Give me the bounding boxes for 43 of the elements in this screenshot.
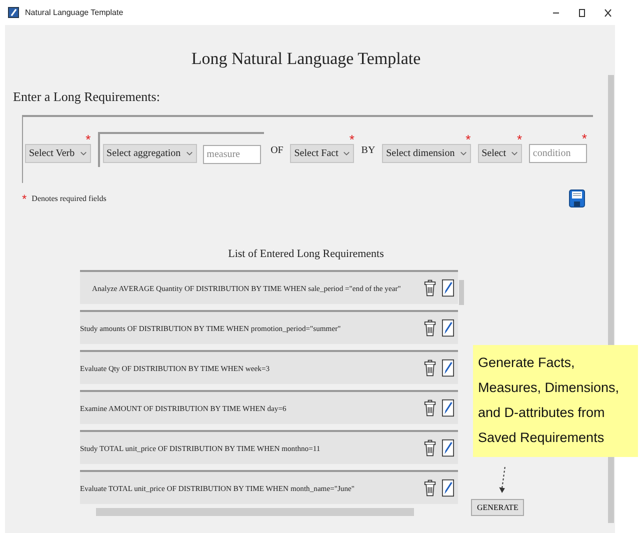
keyword-label: OF bbox=[270, 144, 284, 156]
dropdown[interactable]: Select Fact bbox=[290, 144, 354, 162]
maximize-icon[interactable] bbox=[577, 8, 587, 18]
required-mark: * bbox=[466, 132, 471, 146]
trash-icon[interactable] bbox=[424, 439, 436, 457]
edit-icon[interactable] bbox=[442, 319, 454, 337]
required-mark: * bbox=[86, 132, 91, 146]
save-icon[interactable] bbox=[569, 189, 585, 208]
keyword-label: BY bbox=[361, 144, 376, 156]
caret-icon bbox=[460, 150, 467, 156]
generate-button[interactable]: GENERATE bbox=[471, 499, 524, 516]
required-mark: * bbox=[582, 131, 587, 146]
edit-icon[interactable] bbox=[442, 439, 454, 457]
dropdown[interactable]: Select Verb bbox=[25, 144, 91, 162]
required-mark: * bbox=[349, 132, 354, 146]
required-mark: * bbox=[516, 132, 522, 146]
dropdown[interactable]: Select aggregation bbox=[102, 144, 197, 163]
input-field[interactable]: condition bbox=[528, 144, 587, 163]
note-tooltip: Generate Facts, Measures, Dimensions, and D-attributes from Saved Requirements bbox=[473, 345, 638, 457]
list-title: List of Entered Long Requirements bbox=[227, 248, 385, 260]
caret-icon bbox=[186, 151, 193, 156]
trash-icon[interactable] bbox=[424, 319, 436, 337]
legend-text: Denotes required fields bbox=[32, 194, 106, 203]
input-field[interactable]: measure bbox=[202, 144, 261, 164]
caret-icon bbox=[511, 150, 518, 156]
edit-icon[interactable] bbox=[442, 359, 454, 377]
trash-icon[interactable] bbox=[424, 279, 436, 297]
caret-icon bbox=[343, 150, 350, 156]
caret-icon bbox=[80, 150, 87, 156]
trash-icon[interactable] bbox=[424, 399, 436, 417]
trash-icon[interactable] bbox=[424, 359, 436, 377]
app-icon bbox=[8, 7, 19, 18]
edit-icon[interactable] bbox=[442, 399, 454, 417]
page-heading: Long Natural Language Template bbox=[190, 49, 422, 69]
dropdown[interactable]: Select dimension bbox=[382, 144, 471, 162]
dropdown[interactable]: Select bbox=[478, 144, 522, 162]
edit-icon[interactable] bbox=[442, 279, 454, 297]
close-icon[interactable] bbox=[603, 8, 613, 18]
edit-icon[interactable] bbox=[442, 479, 454, 497]
prompt-label: Enter a Long Requirements: bbox=[13, 89, 161, 105]
required-mark: * bbox=[22, 192, 27, 206]
window-title: Natural Language Template bbox=[25, 8, 124, 17]
trash-icon[interactable] bbox=[424, 479, 436, 497]
